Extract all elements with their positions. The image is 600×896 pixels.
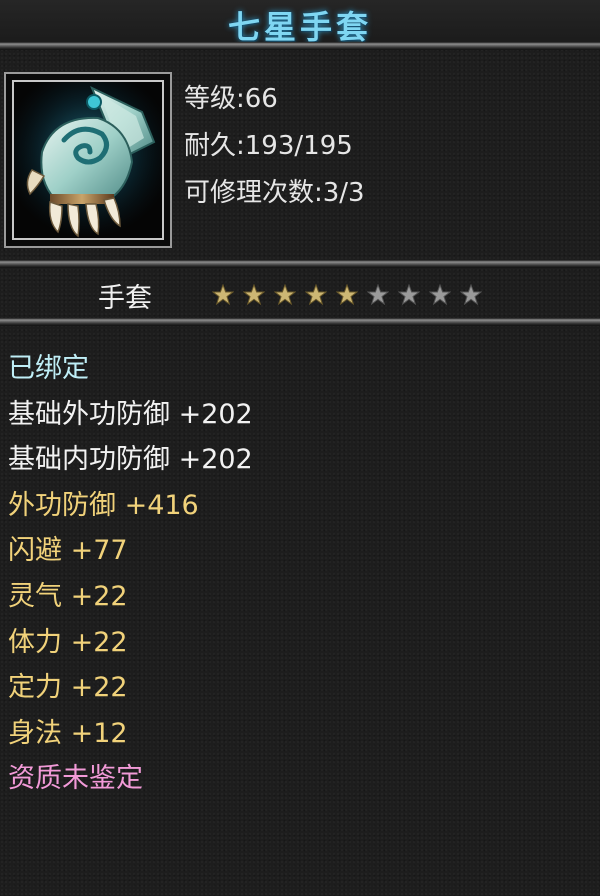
extra-attribute-line: 体力 +22	[8, 626, 128, 658]
star-empty-icon	[460, 284, 482, 306]
base-attribute-line: 基础外功防御 +202	[8, 398, 253, 430]
gauntlet-icon	[12, 80, 164, 240]
star-filled-icon	[243, 284, 265, 306]
level-stat: 等级:66	[184, 84, 278, 114]
base-attribute-line: 基础内功防御 +202	[8, 444, 253, 476]
durability-stat: 耐久:193/195	[184, 131, 353, 161]
bound-status: 已绑定	[8, 353, 89, 384]
star-empty-icon	[429, 284, 451, 306]
extra-attribute-line: 外功防御 +416	[8, 489, 199, 521]
item-type-label: 手套	[98, 283, 152, 314]
quality-status: 资质未鉴定	[8, 763, 143, 795]
star-filled-icon	[336, 284, 358, 306]
divider-top	[0, 42, 600, 50]
extra-attribute-line: 灵气 +22	[8, 580, 128, 612]
star-empty-icon	[367, 284, 389, 306]
item-properties: 已绑定 基础外功防御 +202 基础内功防御 +202 外功防御 +416 闪避…	[8, 346, 253, 802]
item-icon-frame	[4, 72, 172, 248]
star-filled-icon	[212, 284, 234, 306]
repair-count-stat: 可修理次数:3/3	[184, 178, 365, 208]
star-filled-icon	[305, 284, 327, 306]
item-type-row: 手套	[0, 272, 600, 318]
extra-attribute-line: 闪避 +77	[8, 535, 128, 567]
item-stats: 等级:66 耐久:193/195 可修理次数:3/3	[184, 76, 365, 217]
tooltip-title-bar: 七星手套	[0, 0, 600, 46]
star-filled-icon	[274, 284, 296, 306]
divider-lower	[0, 318, 600, 326]
extra-attribute-line: 定力 +22	[8, 672, 128, 704]
star-empty-icon	[398, 284, 420, 306]
extra-attribute-line: 身法 +12	[8, 717, 128, 749]
divider-middle	[0, 260, 600, 268]
